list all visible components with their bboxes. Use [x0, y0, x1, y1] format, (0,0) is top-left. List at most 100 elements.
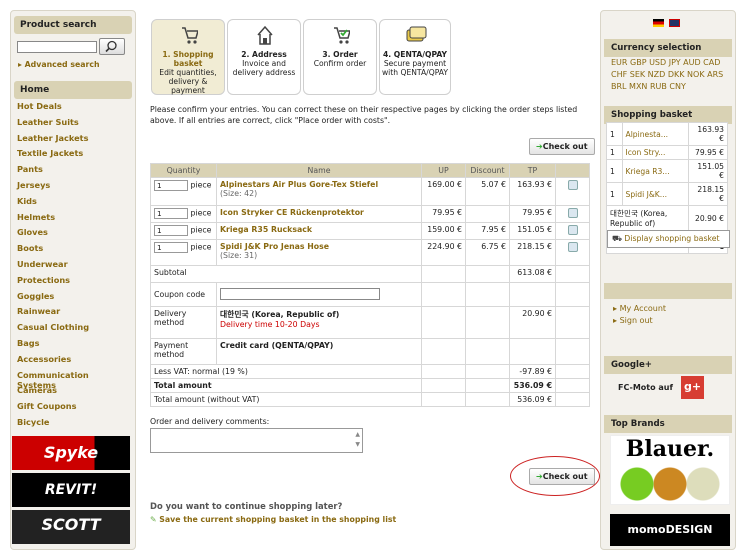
mini-name[interactable]: Kriega R3...	[621, 159, 689, 183]
nav-item[interactable]: Kids	[11, 193, 135, 209]
currency-list[interactable]: EUR GBP USD JPY AUD CAD CHF SEK NZD DKK …	[611, 57, 733, 93]
table-row: 1 piece Spidi J&K Pro Jenas Hose (Size: 3…	[150, 239, 590, 266]
step-address[interactable]: 2. Address Invoice and delivery address	[227, 19, 301, 95]
advanced-search-link[interactable]: ▸ Advanced search	[18, 60, 100, 69]
nav-item[interactable]: Cameras	[11, 382, 135, 398]
mini-price: 79.95 €	[687, 145, 729, 160]
nav-item[interactable]: Communication Systems	[11, 367, 135, 390]
empty-cell	[555, 392, 590, 407]
cart-check-icon	[334, 27, 350, 44]
nav-item[interactable]: Underwear	[11, 256, 135, 272]
top-brands-title: Top Brands	[604, 415, 732, 433]
cart-table: Quantity Name UP Discount TP 1 piece Alp…	[150, 163, 590, 407]
empty-cell	[555, 364, 590, 379]
scroll-arrows-icon: ▲ ▼	[355, 431, 360, 448]
product-link[interactable]: Kriega R35 Rucksack	[220, 225, 312, 234]
step-qenta-qpay[interactable]: 4. QENTA/QPAY Secure payment with QENTA/Q…	[379, 19, 451, 95]
continue-later-question: Do you want to continue shopping later?	[150, 501, 343, 511]
total-novat-label: Total amount (without VAT)	[150, 392, 422, 407]
mini-name[interactable]: Spidi J&K...	[621, 182, 689, 206]
nav-item[interactable]: Pants	[11, 161, 135, 177]
total-value: 536.09 €	[509, 378, 556, 393]
mini-shipping: 20.90 €	[687, 205, 729, 231]
quantity-input[interactable]: 1	[154, 225, 188, 236]
brand-logo-spyke[interactable]: Spyke	[12, 436, 130, 470]
discount	[465, 205, 510, 223]
total-price: 151.05 €	[509, 222, 556, 240]
step3-desc: Confirm order	[313, 59, 367, 68]
brand-logo-momodesign[interactable]: momoDESIGN	[610, 514, 730, 546]
header-edit	[555, 163, 590, 178]
brand-logo-scott[interactable]: SCOTT	[12, 510, 130, 544]
category-nav: Hot Deals Leather Suits Leather Jackets …	[11, 98, 135, 430]
nav-item[interactable]: Gloves	[11, 224, 135, 240]
nav-item[interactable]: Boots	[11, 240, 135, 256]
mini-name[interactable]: Alpinesta...	[621, 122, 689, 146]
delivery-cell: 대한민국 (Korea, Republic of) Delivery time 1…	[216, 306, 422, 339]
product-link[interactable]: Spidi J&K Pro Jenas Hose	[220, 242, 329, 251]
step-shopping-basket[interactable]: 1. Shopping basket Edit quantities, deliv…	[151, 19, 225, 95]
comments-textarea[interactable]: ▲ ▼	[150, 428, 363, 453]
nav-item[interactable]: Goggles	[11, 288, 135, 304]
brand-spyke-text: Spyke	[43, 443, 99, 462]
nav-item[interactable]: Rainwear	[11, 303, 135, 319]
vat-value: -97.89 €	[509, 364, 556, 379]
edit-icon[interactable]	[567, 242, 578, 252]
helmets-image	[615, 466, 725, 502]
advanced-search-label: Advanced search	[24, 60, 100, 69]
nav-item[interactable]: Jerseys	[11, 177, 135, 193]
quantity-input[interactable]: 1	[154, 242, 188, 253]
empty-cell	[555, 265, 590, 283]
empty-cell	[421, 306, 466, 339]
delivery-cost: 20.90 €	[509, 306, 556, 339]
nav-item[interactable]: Protections	[11, 272, 135, 288]
cart-icon	[182, 27, 198, 44]
nav-item[interactable]: Gift Coupons	[11, 398, 135, 414]
edit-icon[interactable]	[567, 208, 578, 218]
quantity-input[interactable]: 1	[154, 208, 188, 219]
edit-cell	[555, 239, 590, 266]
nav-item[interactable]: Leather Suits	[11, 114, 135, 130]
nav-item[interactable]: Accessories	[11, 351, 135, 367]
google-plus-badge[interactable]: g+	[681, 376, 704, 399]
uk-flag-icon[interactable]	[668, 19, 680, 27]
product-link[interactable]: Icon Stryker CE Rückenprotektor	[220, 208, 364, 217]
delivery-row: Delivery method 대한민국 (Korea, Republic of…	[150, 306, 590, 339]
mini-basket-row: 1 Spidi J&K... 218.15 €	[606, 182, 729, 206]
search-input[interactable]	[17, 41, 97, 53]
edit-icon[interactable]	[567, 180, 578, 190]
step-order[interactable]: 3. Order Confirm order	[303, 19, 377, 95]
edit-icon[interactable]	[567, 225, 578, 235]
coupon-cell	[216, 282, 422, 307]
product-link[interactable]: Alpinestars Air Plus Gore-Tex Stiefel	[220, 180, 378, 189]
header-discount: Discount	[465, 163, 510, 178]
nav-item[interactable]: Textile Jackets	[11, 145, 135, 161]
nav-item[interactable]: Casual Clothing	[11, 319, 135, 335]
step4-title: 4. QENTA/QPAY	[382, 50, 448, 59]
qty-cell: 1 piece	[150, 177, 217, 206]
search-button[interactable]	[99, 38, 125, 55]
quantity-input[interactable]: 1	[154, 180, 188, 191]
check-out-button-top[interactable]: ➔Check out	[529, 138, 595, 155]
total-label: Total amount	[150, 378, 422, 393]
home-nav[interactable]: Home	[14, 81, 132, 99]
german-flag-icon[interactable]	[653, 19, 664, 27]
display-basket-button[interactable]: ⛟ Display shopping basket	[607, 230, 730, 248]
nav-item[interactable]: Bicycle	[11, 414, 135, 430]
nav-item[interactable]: Helmets	[11, 209, 135, 225]
nav-item[interactable]: Bags	[11, 335, 135, 351]
my-account-link[interactable]: ▸ My Account	[613, 304, 666, 313]
product-size: (Size: 31)	[220, 251, 258, 260]
nav-item[interactable]: Leather Jackets	[11, 130, 135, 146]
empty-cell	[465, 282, 510, 307]
save-basket-link[interactable]: ✎ Save the current shopping basket in th…	[150, 515, 396, 524]
sign-out-link[interactable]: ▸ Sign out	[613, 316, 653, 325]
brand-logo-revit[interactable]: REVIT!	[12, 473, 130, 507]
brand-logo-blauer[interactable]: Blauer.	[610, 435, 730, 505]
coupon-input[interactable]	[220, 287, 380, 300]
mini-name[interactable]: Icon Stry...	[621, 145, 689, 160]
header-up: UP	[421, 163, 466, 178]
nav-item[interactable]: Hot Deals	[11, 98, 135, 114]
qty-cell: 1 piece	[150, 239, 217, 266]
total-novat-row: Total amount (without VAT) 536.09 €	[150, 392, 590, 407]
